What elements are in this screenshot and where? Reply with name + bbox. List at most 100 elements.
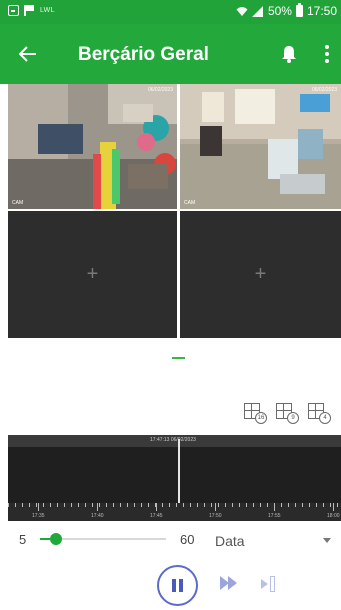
layout-4-button[interactable]: 4 (308, 403, 332, 425)
timeline-minor-tick (15, 503, 16, 507)
timeline-minor-tick (316, 503, 317, 507)
wifi-icon (236, 6, 248, 16)
camera-slot-3[interactable]: + (8, 211, 177, 338)
timeline-minor-tick (106, 503, 107, 507)
camera-slot-4[interactable]: + (180, 211, 341, 338)
timeline-minor-tick (85, 503, 86, 507)
timeline-minor-tick (211, 503, 212, 507)
status-bar: LWL 50% 17:50 (0, 0, 341, 24)
timeline-minor-tick (29, 503, 30, 507)
layout-4-badge: 4 (319, 412, 331, 424)
timeline-major-tick (333, 503, 334, 511)
timeline-minor-tick (36, 503, 37, 507)
timeline-header: 17:47:13 06/02/2023 (8, 435, 341, 447)
timeline-minor-tick (330, 503, 331, 507)
slider-thumb[interactable] (50, 533, 62, 545)
timeline-minor-tick (141, 503, 142, 507)
camera-feed-2[interactable]: 06/02/2023 CAM (180, 84, 341, 209)
more-options-button[interactable] (318, 41, 336, 67)
camera-timestamp: 06/02/2023 (147, 87, 173, 93)
timeline-minor-tick (295, 503, 296, 507)
timeline-ruler: 17:35 17:40 17:45 17:50 17:55 18:00 (8, 503, 341, 521)
timeline-minor-tick (169, 503, 170, 507)
timeline-major-tick (215, 503, 216, 511)
timeline-minor-tick (246, 503, 247, 507)
timeline-major-tick (38, 503, 39, 511)
camera-label: CAM (184, 200, 196, 206)
timeline-minor-tick (22, 503, 23, 507)
step-forward-icon (261, 579, 268, 589)
page-title: Berçário Geral (78, 44, 209, 65)
add-camera-icon[interactable]: + (78, 260, 108, 290)
timeline-minor-tick (92, 503, 93, 507)
date-select[interactable]: Data (215, 530, 335, 550)
clock: 17:50 (306, 4, 337, 18)
speed-min-label: 5 (19, 532, 27, 547)
timeline-track[interactable] (8, 447, 341, 503)
timeline-tick-label: 17:40 (91, 513, 104, 519)
timeline-minor-tick (239, 503, 240, 507)
layout-9-badge: 9 (287, 412, 299, 424)
timeline-minor-tick (204, 503, 205, 507)
timeline-minor-tick (197, 503, 198, 507)
battery-icon (295, 3, 303, 17)
timeline-minor-tick (253, 503, 254, 507)
signal-icon (251, 5, 263, 17)
timeline-tick-label: 17:45 (150, 513, 163, 519)
timeline-minor-tick (99, 503, 100, 507)
timeline-minor-tick (8, 503, 9, 507)
timeline-major-tick (97, 503, 98, 511)
camera-grid: 06/02/2023 CAM 06/02/2023 CAM + + (8, 84, 341, 338)
timeline-tick-label: 17:35 (32, 513, 45, 519)
status-left: LWL (8, 5, 55, 16)
timeline-tick-label: 18:00 (327, 513, 340, 519)
timeline[interactable]: 17:47:13 06/02/2023 17:35 17:40 17:45 17:50… (8, 435, 341, 521)
timeline-cursor[interactable] (178, 439, 180, 505)
timeline-minor-tick (225, 503, 226, 507)
timeline-minor-tick (183, 503, 184, 507)
timeline-minor-tick (260, 503, 261, 507)
camera-feed-2-image (180, 84, 341, 209)
timeline-minor-tick (267, 503, 268, 507)
layout-16-badge: 16 (255, 412, 267, 424)
timeline-minor-tick (232, 503, 233, 507)
app-bar: Berçário Geral (0, 24, 341, 84)
arrow-left-icon (19, 46, 36, 62)
timeline-minor-tick (309, 503, 310, 507)
pause-button[interactable] (157, 565, 198, 606)
timeline-minor-tick (190, 503, 191, 507)
timeline-minor-tick (176, 503, 177, 507)
layout-9-button[interactable]: 9 (276, 403, 300, 425)
camera-feed-1[interactable]: 06/02/2023 CAM (8, 84, 177, 209)
drag-handle[interactable] (172, 357, 185, 359)
camera-feed-1-image (8, 84, 177, 209)
timeline-minor-tick (113, 503, 114, 507)
timeline-minor-tick (71, 503, 72, 507)
timeline-major-tick (274, 503, 275, 511)
timeline-minor-tick (127, 503, 128, 507)
fast-forward-button[interactable] (220, 576, 240, 592)
camera-timestamp: 06/02/2023 (311, 87, 337, 93)
timeline-minor-tick (162, 503, 163, 507)
back-button[interactable] (14, 40, 42, 68)
bell-icon (282, 46, 296, 63)
timeline-minor-tick (288, 503, 289, 507)
timeline-minor-tick (43, 503, 44, 507)
speed-max-label: 60 (180, 532, 195, 547)
step-forward-button[interactable] (261, 576, 279, 592)
add-camera-icon[interactable]: + (246, 260, 276, 290)
layout-16-button[interactable]: 16 (244, 403, 268, 425)
speed-slider[interactable] (40, 532, 166, 546)
timeline-minor-tick (50, 503, 51, 507)
timeline-tick-label: 17:50 (209, 513, 222, 519)
timeline-timestamp: 17:47:13 06/02/2023 (150, 437, 196, 443)
chevron-down-icon (323, 538, 331, 543)
timeline-major-tick (156, 503, 157, 511)
timeline-minor-tick (120, 503, 121, 507)
flag-icon (24, 5, 35, 16)
status-right: 50% 17:50 (236, 3, 337, 18)
timeline-minor-tick (134, 503, 135, 507)
notifications-button[interactable] (276, 41, 302, 67)
timeline-minor-tick (337, 503, 338, 507)
timeline-minor-tick (281, 503, 282, 507)
